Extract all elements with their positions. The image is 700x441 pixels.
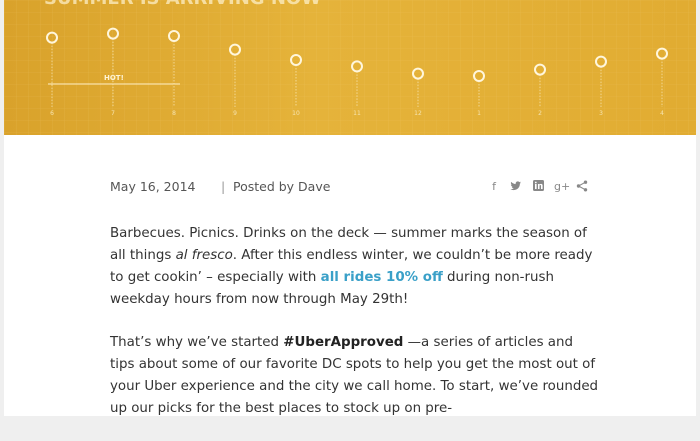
temperature-chart: SUMMER IS ARRIVING NOW HOT! 678910111212… (4, 0, 696, 135)
share-icon[interactable] (576, 180, 588, 194)
time-label: 9 (233, 110, 237, 117)
time-label: 10 (292, 110, 300, 117)
promo-link[interactable]: all rides 10% off (321, 270, 443, 285)
paragraph-2: That’s why we’ve started #UberApproved —… (110, 335, 599, 416)
twitter-icon[interactable] (510, 180, 522, 194)
post-author: Posted by Dave (233, 179, 331, 194)
post-meta: May 16, 2014 | Posted by Dave f g+ (110, 177, 590, 197)
facebook-icon[interactable]: f (488, 180, 500, 194)
google-plus-icon[interactable]: g+ (554, 180, 570, 194)
time-label: 12 (414, 110, 422, 117)
time-label: 11 (353, 110, 361, 117)
meta-separator: | (221, 179, 226, 194)
time-label: 1 (477, 110, 481, 117)
share-bar: f g+ (488, 177, 588, 197)
time-label: 3 (599, 110, 603, 117)
post-date: May 16, 2014 (110, 179, 196, 194)
linkedin-icon[interactable] (532, 180, 544, 194)
hot-label: HOT! (104, 74, 124, 82)
paragraph-1: Barbecues. Picnics. Drinks on the deck —… (110, 226, 593, 307)
time-label: 7 (111, 110, 115, 117)
post-body: Barbecues. Picnics. Drinks on the deck —… (110, 223, 600, 441)
time-label: 6 (50, 110, 54, 117)
hero-title: SUMMER IS ARRIVING NOW (44, 0, 321, 9)
time-label: 4 (660, 110, 664, 117)
time-label: 8 (172, 110, 176, 117)
time-label: 2 (538, 110, 542, 117)
hashtag[interactable]: #UberApproved (283, 335, 403, 350)
post-card: May 16, 2014 | Posted by Dave f g+ Barbe… (4, 135, 696, 416)
italic-phrase: al fresco (175, 248, 233, 263)
hero-banner: SUMMER IS ARRIVING NOW HOT! 678910111212… (4, 0, 696, 135)
